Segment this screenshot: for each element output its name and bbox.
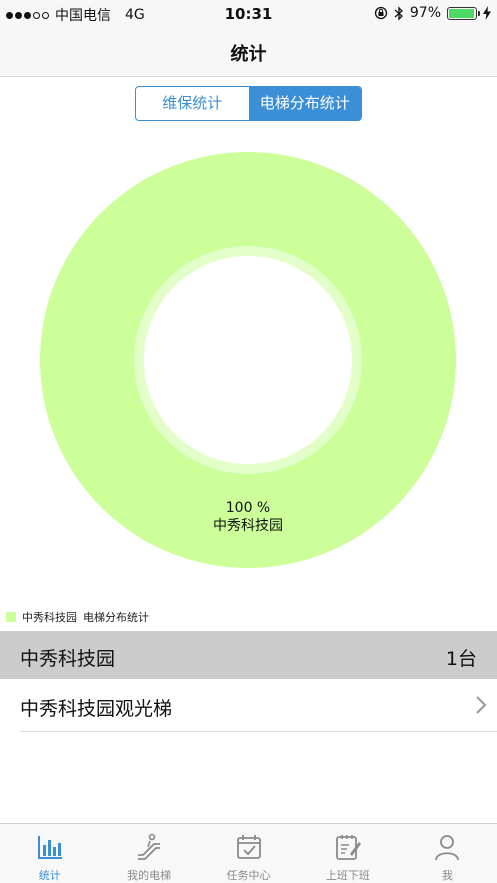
tab-label: 任务中心 — [226, 869, 271, 882]
list-item[interactable]: 中秀科技园观光梯 — [0, 679, 497, 732]
calendar-check-icon — [236, 835, 261, 859]
group-name: 中秀科技园 — [20, 648, 116, 670]
tab-statistics[interactable]: 统计 — [0, 824, 99, 883]
tab-me[interactable]: 我 — [398, 824, 497, 883]
tab-label: 我的电梯 — [127, 869, 172, 882]
donut-hole — [144, 256, 352, 464]
person-icon — [435, 835, 460, 861]
tab-my-elevators[interactable]: 我的电梯 — [99, 824, 198, 883]
legend-swatch — [6, 612, 16, 622]
legend-label: 中秀科技园 — [22, 611, 77, 624]
slice-percent-label: 100 % — [226, 500, 270, 516]
divider — [20, 731, 497, 732]
tab-bar: 统计 我的电梯 任务中心 上班下班 我 — [0, 823, 497, 883]
tab-clock-in-out[interactable]: 上班下班 — [298, 824, 397, 883]
elevator-name: 中秀科技园观光梯 — [20, 698, 173, 720]
group-header: 中秀科技园 1台 — [0, 631, 497, 679]
chart-legend: 中秀科技园 电梯分布统计 — [6, 609, 149, 625]
slice-name-label: 中秀科技园 — [213, 518, 283, 534]
group-count: 1台 — [445, 648, 477, 670]
donut-chart: 100 % 中秀科技园 — [40, 152, 456, 568]
chevron-right-icon — [476, 696, 487, 714]
tab-label: 统计 — [38, 869, 61, 882]
clipboard-edit-icon — [336, 835, 361, 860]
tab-task-center[interactable]: 任务中心 — [199, 824, 298, 883]
chart-icon — [37, 836, 62, 859]
legend-title: 电梯分布统计 — [83, 611, 149, 624]
escalator-icon — [138, 833, 161, 860]
tab-label: 我 — [441, 869, 453, 882]
tab-label: 上班下班 — [325, 869, 370, 882]
